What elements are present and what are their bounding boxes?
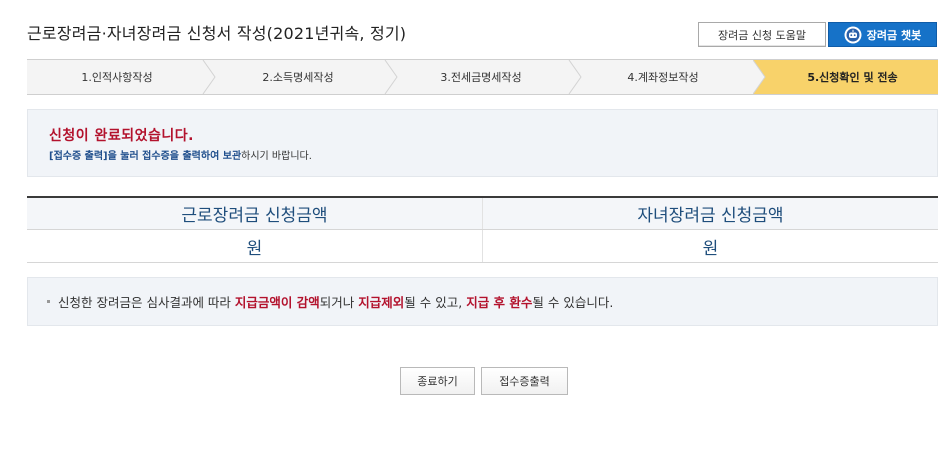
completion-notice: 신청이 완료되었습니다. [접수증 출력]을 눌러 접수증을 출력하여 보관하시… [27,109,938,177]
completion-instructions: [접수증 출력]을 눌러 접수증을 출력하여 보관하시기 바랍니다. [49,147,312,162]
amount-table: 근로장려금 신청금액 자녀장려금 신청금액 원 원 [27,196,938,263]
review-highlight-reduction: 지급금액이 감액 [234,295,320,310]
review-text-1: 신청한 장려금은 심사결과에 따라 [58,295,231,310]
step-5-current: 5.신청확인 및 전송 [753,60,938,94]
review-text-4: 될 수 있습니다. [532,295,614,310]
review-text-3: 될 수 있고, [404,295,463,310]
completion-message: 신청이 완료되었습니다. [49,128,194,144]
instruction-highlight: [접수증 출력]을 눌러 접수증을 출력하여 보관 [49,151,242,162]
review-highlight-exclusion: 지급제외 [358,295,405,310]
chatbot-button[interactable]: 장려금 챗봇 [828,22,937,47]
step-divider-icon [753,60,766,94]
review-text-2: 되거나 [319,295,355,310]
bullet-icon [47,300,50,303]
child-credit-header: 자녀장려금 신청금액 [482,198,938,229]
page-header: 근로장려금·자녀장려금 신청서 작성(2021년귀속, 정기) 장려금 신청 도… [27,14,937,48]
help-button[interactable]: 장려금 신청 도움말 [698,22,826,47]
review-notice: 신청한 장려금은 심사결과에 따라 지급금액이 감액 되거나 지급제외 될 수 있고… [27,277,938,326]
amount-table-row: 원 원 [27,230,938,263]
step-3: 3.전세금명세작성 [440,71,522,84]
earned-income-credit-header: 근로장려금 신청금액 [181,206,328,226]
amount-table-header: 근로장려금 신청금액 자녀장려금 신청금액 [27,198,938,230]
review-highlight-recovery: 지급 후 환수 [466,295,533,310]
chatbot-icon [844,26,862,43]
instruction-rest: 하시기 바랍니다. [241,151,312,162]
print-receipt-button[interactable]: 접수증출력 [481,367,568,395]
page-title: 근로장려금·자녀장려금 신청서 작성(2021년귀속, 정기) [27,24,407,43]
child-credit-amount: 원 [482,230,938,262]
chatbot-label: 장려금 챗봇 [866,28,922,42]
earned-income-credit-amount: 원 [246,238,263,259]
close-button[interactable]: 종료하기 [400,367,475,395]
step-2: 2.소득명세작성 [262,71,334,84]
step-4: 4.계좌정보작성 [627,71,699,84]
step-progress-bar: 1.인적사항작성 2.소득명세작성 3.전세금명세작성 4.계좌정보작성 5.신… [27,59,938,95]
step-1: 1.인적사항작성 [81,71,153,84]
